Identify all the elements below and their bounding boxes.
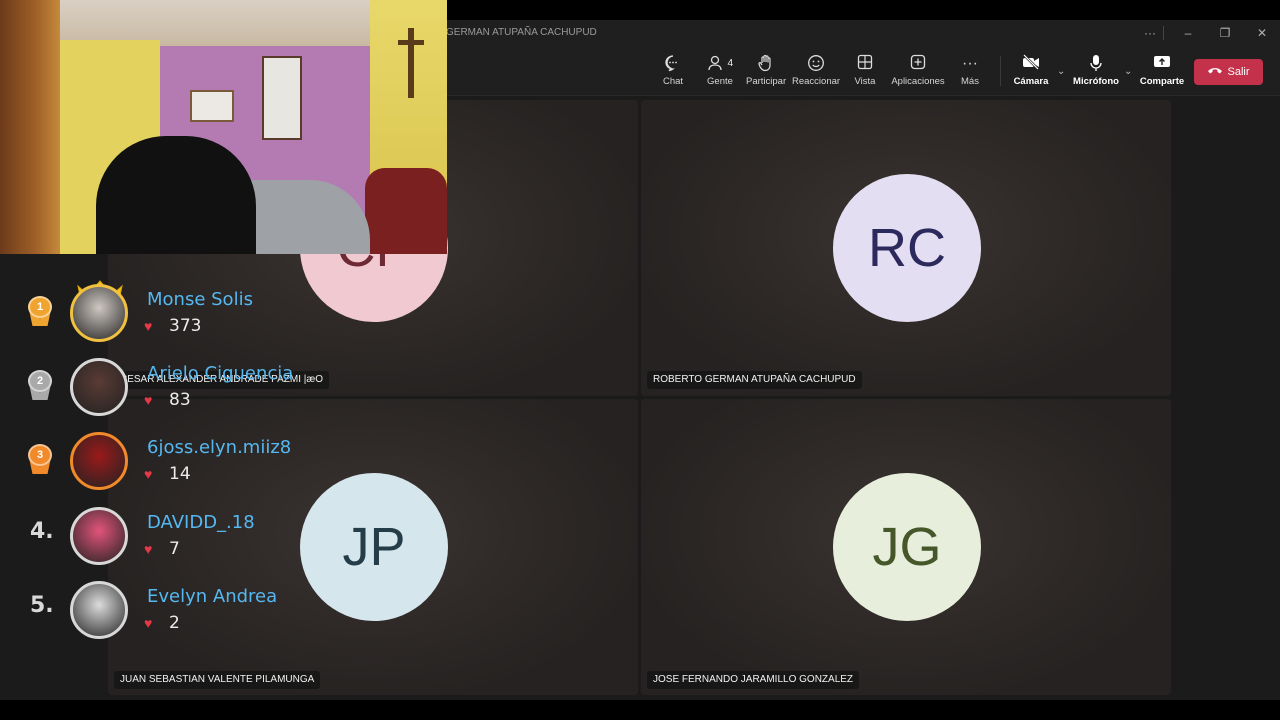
heart-icon: ♥ [144, 541, 153, 557]
react-button[interactable]: Reaccionar [792, 54, 840, 92]
apps-button[interactable]: Aplicaciones [890, 54, 946, 92]
ellipsis-icon: ··· [962, 55, 978, 72]
camera-scene-crucifix [408, 28, 414, 98]
leaderboard-row: 2 Arielo Ciguencia ♥ 83 [0, 358, 300, 428]
more-options-icon[interactable]: ··· [1139, 24, 1161, 42]
rank-number: 5. [30, 593, 54, 618]
rank-medal-icon: 2 [26, 370, 54, 402]
microphone-button[interactable]: Micrófono [1072, 54, 1120, 92]
title-divider [1163, 26, 1164, 40]
leave-button[interactable]: Salir [1194, 59, 1263, 85]
self-camera-view [0, 0, 447, 254]
microphone-options-chevron-icon[interactable]: ⌄ [1124, 66, 1132, 77]
minimize-button[interactable]: – [1177, 24, 1199, 42]
raise-hand-label: Participar [746, 76, 787, 87]
participant-name-tag: ROBERTO GERMAN ATUPAÑA CACHUPUD [647, 371, 862, 389]
phone-hangup-icon [1207, 59, 1223, 85]
people-count: 4 [727, 58, 733, 69]
leaderboard-user-name: 6joss.elyn.miiz8 [147, 437, 292, 458]
leaderboard-user-name: Arielo Ciguencia [147, 363, 294, 384]
share-label: Comparte [1139, 76, 1185, 87]
participant-avatar: JG [833, 473, 981, 621]
rank-number: 1 [36, 301, 44, 313]
heart-icon: ♥ [144, 318, 153, 334]
react-label: Reaccionar [792, 76, 841, 87]
leave-label: Salir [1227, 66, 1250, 78]
screen: GERMAN ATUPAÑA CACHUPUD ··· – ❐ ✕ Chat 4… [0, 0, 1280, 720]
leaderboard-user-name: Evelyn Andrea [147, 586, 278, 607]
leaderboard-score: 2 [169, 613, 180, 633]
leaderboard-row: 5. Evelyn Andrea ♥ 2 [0, 581, 300, 651]
rank-number: 2 [36, 375, 44, 387]
share-screen-icon [1138, 54, 1186, 74]
more-label: Más [961, 76, 979, 87]
camera-scene-crucifix-bar [398, 40, 424, 45]
toolbar-divider [1000, 56, 1001, 86]
leaderboard-score: 14 [169, 464, 191, 484]
leaderboard-score: 7 [169, 539, 180, 559]
leaderboard-row: 3 6joss.elyn.miiz8 ♥ 14 [0, 432, 300, 502]
leaderboard-row: 4. DAVIDD_.18 ♥ 7 [0, 507, 300, 577]
microphone-label: Micrófono [1073, 76, 1119, 87]
participant-tile[interactable]: RC ROBERTO GERMAN ATUPAÑA CACHUPUD [641, 100, 1171, 396]
leaderboard-user-name: Monse Solis [147, 289, 253, 310]
restore-button[interactable]: ❐ [1214, 24, 1236, 42]
hand-icon [746, 54, 786, 74]
camera-off-icon [1012, 54, 1050, 74]
chat-button[interactable]: Chat [658, 54, 688, 92]
people-label: Gente [707, 76, 733, 87]
camera-options-chevron-icon[interactable]: ⌄ [1057, 66, 1065, 77]
more-button[interactable]: ··· Más [956, 54, 984, 92]
participant-name-tag: JOSE FERNANDO JARAMILLO GONZALEZ [647, 671, 860, 689]
rank-number: 4. [30, 519, 54, 544]
leaderboard-score: 83 [169, 390, 191, 410]
user-avatar [70, 284, 128, 342]
rank-medal-icon: 3 [26, 444, 54, 476]
close-window-button[interactable]: ✕ [1251, 24, 1273, 42]
user-avatar [70, 432, 128, 490]
rank-number: 3 [36, 449, 44, 461]
camera-scene-wall-picture [190, 90, 234, 122]
leaderboard-row: 1 Monse Solis ♥ 373 [0, 284, 300, 354]
user-avatar [70, 358, 128, 416]
smiley-icon [792, 54, 840, 74]
people-button[interactable]: 4 Gente [704, 54, 736, 92]
add-apps-icon [890, 54, 946, 74]
participant-tile[interactable]: JG JOSE FERNANDO JARAMILLO GONZALEZ [641, 399, 1171, 695]
camera-scene-person-head [96, 136, 256, 254]
grid-view-icon [850, 54, 880, 74]
chat-label: Chat [662, 76, 684, 87]
share-button[interactable]: Comparte [1138, 54, 1186, 92]
user-avatar [70, 507, 128, 565]
leaderboard-score: 373 [169, 316, 202, 336]
camera-scene-bed [365, 168, 447, 254]
camera-label: Cámara [1013, 76, 1049, 87]
view-button[interactable]: Vista [850, 54, 880, 92]
participant-name-tag: JUAN SEBASTIAN VALENTE PILAMUNGA [114, 671, 321, 689]
participant-avatar: JP [300, 473, 448, 621]
camera-scene-wall-picture [262, 56, 302, 140]
rank-medal-icon: 1 [26, 296, 54, 328]
participant-avatar: RC [833, 174, 981, 322]
heart-icon: ♥ [144, 615, 153, 631]
window-title: GERMAN ATUPAÑA CACHUPUD [446, 27, 597, 38]
camera-scene-curtain [0, 0, 60, 254]
heart-icon: ♥ [144, 392, 153, 408]
heart-icon: ♥ [144, 466, 153, 482]
chat-bubble-icon [658, 54, 688, 74]
view-label: Vista [854, 76, 876, 87]
people-icon: 4 [704, 54, 736, 74]
apps-label: Aplicaciones [891, 76, 945, 87]
user-avatar [70, 581, 128, 639]
raise-hand-button[interactable]: Participar [746, 54, 786, 92]
leaderboard-user-name: DAVIDD_.18 [147, 512, 255, 533]
microphone-icon [1072, 54, 1120, 74]
camera-button[interactable]: Cámara [1012, 54, 1050, 92]
